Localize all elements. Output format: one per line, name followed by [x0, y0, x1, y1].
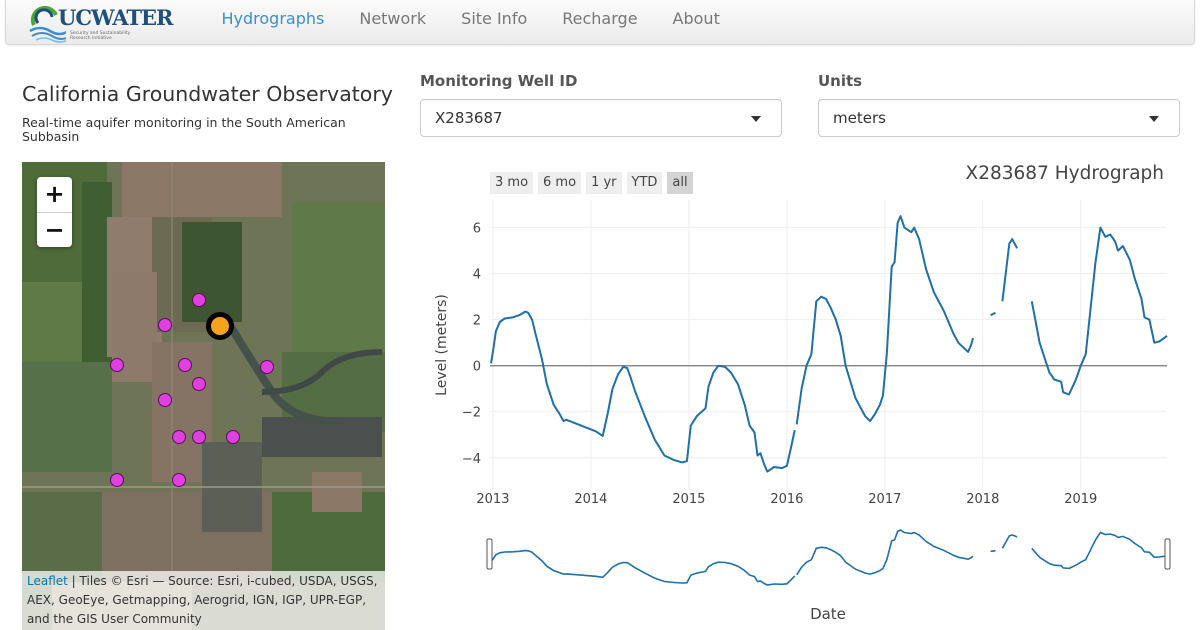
- rangeslider-line-segment: [490, 549, 796, 586]
- units-select[interactable]: meters: [818, 99, 1180, 137]
- brand-tagline-line2: Research Initiative: [70, 36, 112, 41]
- nav-menu: Hydrographs Network Site Info Recharge A…: [204, 0, 737, 45]
- series-line-segment: [1030, 226, 1168, 396]
- well-marker[interactable]: [192, 293, 206, 307]
- x-tick-label: 2018: [966, 492, 999, 507]
- x-tick-label: 2015: [672, 492, 705, 507]
- well-marker[interactable]: [110, 358, 124, 372]
- units-value: meters: [833, 109, 886, 127]
- y-tick-label: −4: [462, 452, 481, 467]
- series-line-segment: [490, 310, 796, 473]
- map-attribution: Leaflet | Tiles © Esri — Source: Esri, i…: [22, 571, 385, 630]
- y-tick-label: −2: [462, 406, 481, 421]
- series-line-segment: [1001, 238, 1018, 302]
- x-axis-label: Date: [810, 605, 846, 623]
- y-axis-label: Level (meters): [434, 294, 450, 396]
- well-marker[interactable]: [110, 473, 124, 487]
- chart-title: X283687 Hydrograph: [965, 163, 1164, 184]
- rangeslider-line-segment: [1031, 531, 1168, 570]
- rangeslider-line-segment: [1001, 534, 1018, 549]
- well-marker[interactable]: [172, 430, 186, 444]
- satellite-imagery: [22, 162, 385, 630]
- y-tick-label: 0: [473, 360, 481, 375]
- rangeslider-line-segment: [796, 529, 974, 576]
- y-tick-label: 4: [473, 268, 481, 283]
- well-marker[interactable]: [178, 358, 192, 372]
- range-3mo-button[interactable]: 3 mo: [490, 172, 534, 194]
- rangeslider-right-handle[interactable]: [1164, 538, 1171, 570]
- well-id-label: Monitoring Well ID: [420, 72, 578, 90]
- caret-down-icon: [751, 116, 761, 122]
- units-label: Units: [818, 72, 863, 90]
- zoom-control: + −: [37, 177, 72, 247]
- well-marker[interactable]: [226, 430, 240, 444]
- brand-name: UCWATER: [58, 5, 173, 30]
- well-marker[interactable]: [158, 318, 172, 332]
- rangeslider-left-handle[interactable]: [486, 538, 493, 570]
- x-tick-label: 2014: [574, 492, 607, 507]
- leaflet-link[interactable]: Leaflet: [27, 574, 68, 588]
- y-tick-label: 2: [473, 314, 481, 329]
- range-ytd-button[interactable]: YTD: [626, 172, 663, 194]
- nav-item-hydrographs[interactable]: Hydrographs: [204, 0, 342, 45]
- x-tick-label: 2019: [1064, 492, 1097, 507]
- navbar: UCWATER Security and Sustainability Rese…: [5, 0, 1195, 45]
- nav-item-about[interactable]: About: [655, 0, 737, 45]
- well-marker[interactable]: [158, 393, 172, 407]
- range-1yr-button[interactable]: 1 yr: [586, 172, 622, 194]
- well-marker[interactable]: [260, 360, 274, 374]
- zoom-in-button[interactable]: +: [37, 177, 72, 212]
- x-tick-label: 2013: [476, 492, 509, 507]
- well-id-value: X283687: [435, 109, 503, 127]
- brand-tagline: Security and Sustainability Research Ini…: [70, 31, 150, 41]
- range-all-button[interactable]: all: [667, 172, 693, 194]
- range-selector: 3 mo 6 mo 1 yr YTD all: [490, 172, 693, 194]
- zoom-out-button[interactable]: −: [37, 212, 72, 247]
- x-tick-label: 2016: [770, 492, 803, 507]
- range-6mo-button[interactable]: 6 mo: [538, 172, 582, 194]
- x-tick-label: 2017: [868, 492, 901, 507]
- well-marker[interactable]: [192, 377, 206, 391]
- series-line-segment: [795, 215, 974, 425]
- page-subtitle: Real-time aquifer monitoring in the Sout…: [22, 115, 346, 144]
- y-tick-label: 6: [473, 222, 481, 237]
- nav-item-site-info[interactable]: Site Info: [444, 0, 545, 45]
- well-marker[interactable]: [172, 473, 186, 487]
- nav-item-recharge[interactable]: Recharge: [545, 0, 655, 45]
- well-id-select[interactable]: X283687: [420, 99, 782, 137]
- caret-down-icon: [1149, 116, 1159, 122]
- attribution-text: | Tiles © Esri — Source: Esri, i-cubed, …: [27, 574, 378, 626]
- well-marker[interactable]: [192, 430, 206, 444]
- well-map[interactable]: + − Leaflet | Tiles © Esri — Source: Esr…: [22, 162, 385, 630]
- page-title: California Groundwater Observatory: [22, 82, 393, 106]
- ucwater-logo[interactable]: UCWATER Security and Sustainability Rese…: [26, 3, 173, 43]
- series-line-segment: [990, 311, 996, 317]
- rangeslider-line-segment: [990, 550, 996, 553]
- nav-item-network[interactable]: Network: [342, 0, 444, 45]
- selected-well-marker[interactable]: [206, 312, 234, 340]
